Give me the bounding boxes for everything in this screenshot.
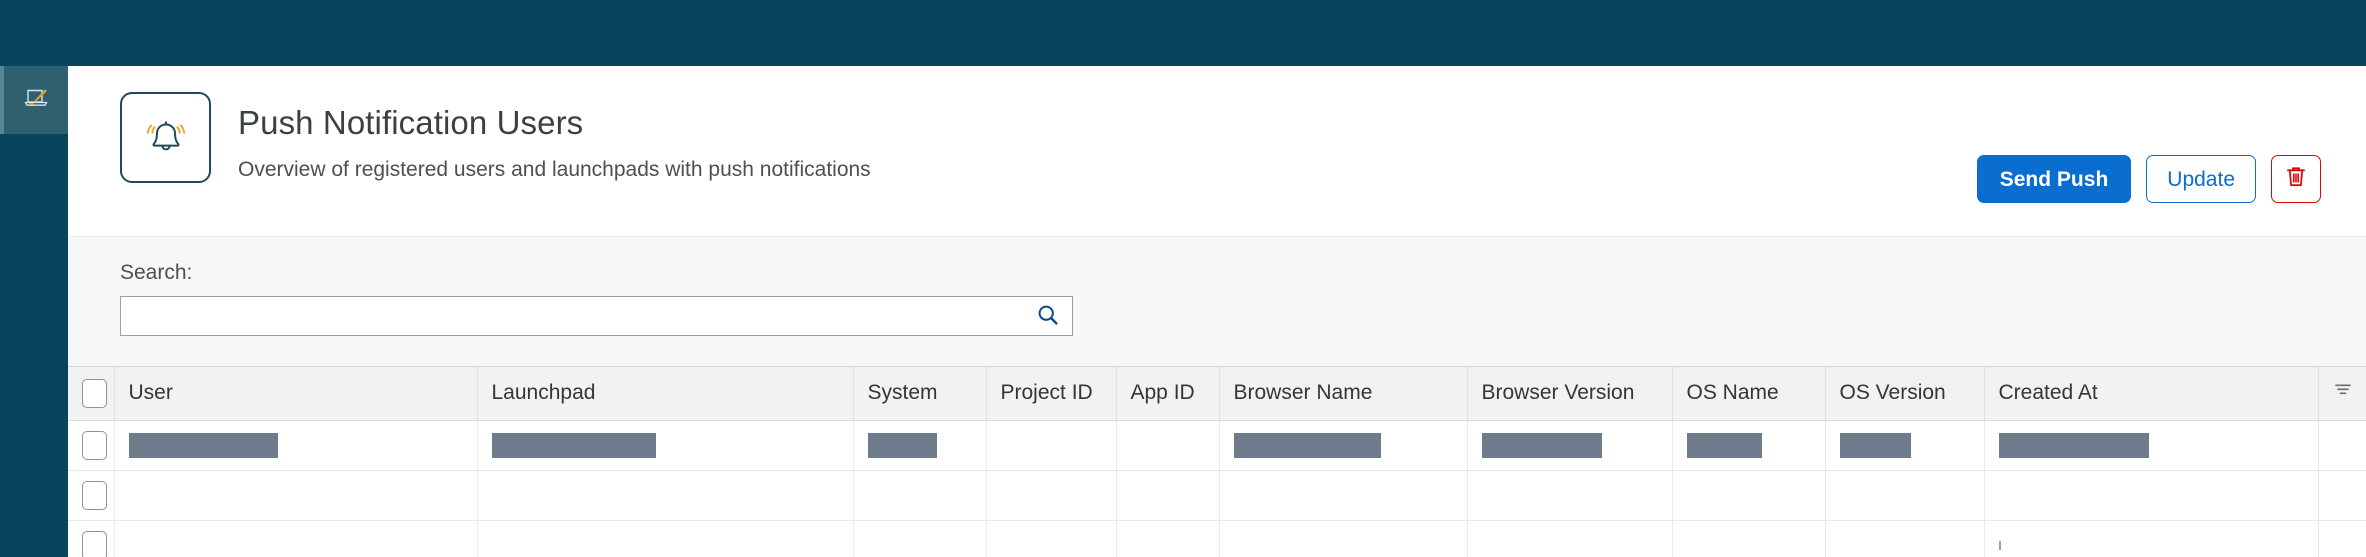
row-select-cell xyxy=(68,520,115,557)
column-header-system[interactable]: System xyxy=(853,367,987,421)
search-label: Search: xyxy=(120,261,193,284)
cell-system xyxy=(853,420,987,471)
users-table: User Launchpad System Project ID App ID Brows… xyxy=(68,367,2366,557)
cell-created_at xyxy=(1984,420,2319,471)
search-icon xyxy=(1036,303,1060,330)
cell-browser_name xyxy=(1219,520,1468,557)
sidebar-item-design-studio[interactable] xyxy=(0,66,68,134)
page-title: Push Notification Users xyxy=(238,104,584,141)
redacted-value xyxy=(1839,432,1911,458)
cell-project_id xyxy=(986,520,1117,557)
select-all-checkbox[interactable] xyxy=(82,378,107,408)
trash-icon xyxy=(2285,165,2307,193)
cell-os_name xyxy=(1672,420,1826,471)
cell-launchpad xyxy=(477,520,854,557)
row-select-cell xyxy=(68,470,115,521)
cell-os_name xyxy=(1672,520,1826,557)
cell-launchpad xyxy=(477,470,854,521)
cell-created_at xyxy=(1984,520,2319,557)
table-row[interactable] xyxy=(68,420,2366,471)
redacted-value xyxy=(1686,432,1762,458)
redacted-value xyxy=(867,432,937,458)
redacted-value xyxy=(1481,432,1602,458)
cell-project_id xyxy=(986,420,1117,471)
cell-os_name xyxy=(1672,470,1826,521)
filter-settings-icon xyxy=(2333,380,2353,403)
row-checkbox[interactable] xyxy=(82,430,107,460)
cell-app_id xyxy=(1116,520,1220,557)
table-body xyxy=(68,420,2366,557)
cell-system xyxy=(853,520,987,557)
cell-row-settings xyxy=(2318,520,2366,557)
page-subtitle: Overview of registered users and launchp… xyxy=(238,158,871,182)
row-checkbox[interactable] xyxy=(82,530,107,557)
cell-user xyxy=(114,470,478,521)
search-button[interactable] xyxy=(1029,296,1067,336)
users-table-container[interactable]: User Launchpad System Project ID App ID Brows… xyxy=(68,366,2366,557)
cell-browser_version xyxy=(1467,520,1673,557)
table-header: User Launchpad System Project ID App ID Brows… xyxy=(68,367,2366,421)
search-band: Search: xyxy=(68,236,2366,366)
redacted-value xyxy=(1998,432,2149,458)
cell-os_version xyxy=(1825,470,1985,521)
column-header-app_id[interactable]: App ID xyxy=(1116,367,1220,421)
top-banner xyxy=(0,0,2366,66)
cell-os_version xyxy=(1825,420,1985,471)
laptop-pen-icon xyxy=(21,83,51,118)
header-actions: Send Push Update xyxy=(1976,155,2321,203)
main-content: Push Notification Users Overview of regi… xyxy=(68,66,2366,557)
table-row[interactable] xyxy=(68,470,2366,521)
cell-user xyxy=(114,520,478,557)
cell-project_id xyxy=(986,470,1117,521)
cell-marker xyxy=(1998,540,2001,550)
bell-notification-icon xyxy=(120,92,211,183)
column-header-os_name[interactable]: OS Name xyxy=(1672,367,1826,421)
column-header-browser_version[interactable]: Browser Version xyxy=(1467,367,1673,421)
column-header-launchpad[interactable]: Launchpad xyxy=(477,367,854,421)
table-row[interactable] xyxy=(68,520,2366,557)
cell-created_at xyxy=(1984,470,2319,521)
page-header: Push Notification Users Overview of regi… xyxy=(68,66,2366,236)
cell-app_id xyxy=(1116,470,1220,521)
redacted-value xyxy=(491,432,656,458)
search-input[interactable] xyxy=(120,296,1073,336)
cell-system xyxy=(853,470,987,521)
column-header-created_at[interactable]: Created At xyxy=(1984,367,2319,421)
column-header-project_id[interactable]: Project ID xyxy=(986,367,1117,421)
table-settings-cell xyxy=(2318,367,2366,421)
cell-browser_name xyxy=(1219,470,1468,521)
cell-row-settings xyxy=(2318,420,2366,471)
row-checkbox[interactable] xyxy=(82,480,107,510)
cell-browser_version xyxy=(1467,470,1673,521)
row-select-cell xyxy=(68,420,115,471)
column-header-user[interactable]: User xyxy=(114,367,478,421)
redacted-value xyxy=(1233,432,1381,458)
cell-browser_version xyxy=(1467,420,1673,471)
update-button[interactable]: Update xyxy=(2146,155,2256,203)
send-push-button[interactable]: Send Push xyxy=(1976,155,2132,203)
column-header-os_version[interactable]: OS Version xyxy=(1825,367,1985,421)
sidebar xyxy=(0,66,68,557)
table-header-row: User Launchpad System Project ID App ID Brows… xyxy=(68,367,2366,421)
delete-button[interactable] xyxy=(2271,155,2321,203)
cell-user xyxy=(114,420,478,471)
cell-launchpad xyxy=(477,420,854,471)
cell-os_version xyxy=(1825,520,1985,557)
column-header-browser_name[interactable]: Browser Name xyxy=(1219,367,1468,421)
cell-app_id xyxy=(1116,420,1220,471)
cell-browser_name xyxy=(1219,420,1468,471)
select-all-cell xyxy=(68,367,115,421)
table-settings-button[interactable] xyxy=(2333,380,2353,403)
cell-row-settings xyxy=(2318,470,2366,521)
redacted-value xyxy=(128,432,278,458)
